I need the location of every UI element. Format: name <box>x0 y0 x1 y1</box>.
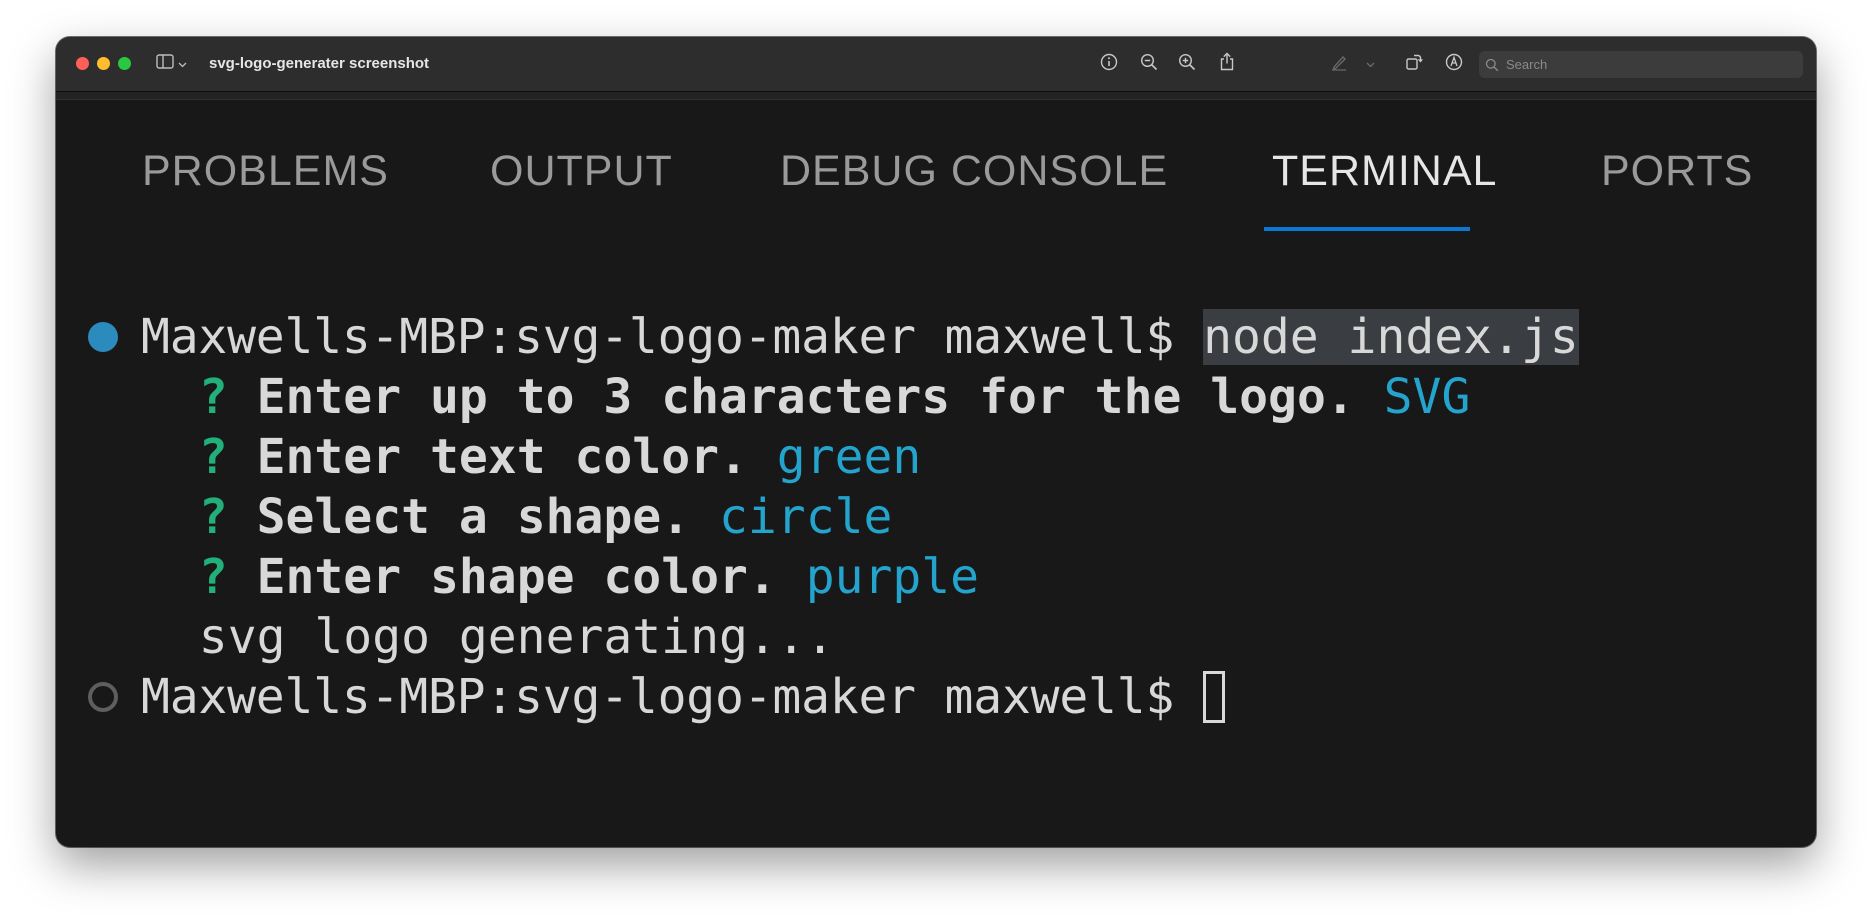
highlight-menu-button[interactable] <box>1363 52 1377 76</box>
terminal-question-line: ? Select a shape. circle <box>141 487 893 547</box>
preview-window: svg-logo-generater screenshot Search PRO… <box>56 37 1816 847</box>
close-button[interactable] <box>76 57 89 70</box>
question-answer: circle <box>719 489 893 545</box>
tab-problems[interactable]: PROBLEMS <box>142 150 389 193</box>
question-text: Enter text color. <box>256 429 748 485</box>
terminal-output: svg logo generating... <box>198 609 835 665</box>
zoom-button[interactable] <box>118 57 131 70</box>
question-mark: ? <box>198 369 228 425</box>
highlight-button[interactable] <box>1327 52 1351 76</box>
terminal-question-line: ? Enter text color. green <box>141 427 922 487</box>
command-idle-dot[interactable] <box>88 682 118 712</box>
tab-debug-console[interactable]: DEBUG CONSOLE <box>780 150 1168 193</box>
sidebar-icon <box>156 54 174 74</box>
question-answer: purple <box>805 549 980 605</box>
sidebar-toggle-button[interactable] <box>156 54 187 74</box>
zoom-in-icon <box>1178 53 1196 76</box>
terminal-cursor[interactable] <box>1203 671 1226 723</box>
rotate-button[interactable] <box>1402 52 1426 76</box>
search-input[interactable] <box>1504 56 1798 73</box>
zoom-out-icon <box>1140 53 1158 76</box>
question-text: Select a shape. <box>256 489 691 545</box>
question-text: Enter shape color. <box>256 549 777 605</box>
tab-output[interactable]: OUTPUT <box>490 150 673 193</box>
chevron-down-icon <box>1366 55 1375 73</box>
highlight-pen-icon <box>1330 53 1348 76</box>
chevron-down-icon <box>178 55 187 73</box>
minimize-button[interactable] <box>97 57 110 70</box>
info-icon <box>1100 53 1118 76</box>
terminal-prompt-line: Maxwells-MBP:svg-logo-maker maxwell$ <box>141 667 1226 727</box>
question-text: Enter up to 3 characters for the logo. <box>256 369 1355 425</box>
title-bar: svg-logo-generater screenshot <box>56 37 1816 92</box>
info-button[interactable] <box>1097 52 1121 76</box>
markup-icon <box>1445 53 1463 76</box>
active-tab-indicator <box>1264 227 1470 231</box>
terminal-question-line: ? Enter up to 3 characters for the logo.… <box>141 367 1471 427</box>
zoom-out-button[interactable] <box>1137 52 1161 76</box>
question-mark: ? <box>198 549 228 605</box>
share-icon <box>1219 52 1235 76</box>
question-answer: SVG <box>1383 369 1471 425</box>
share-button[interactable] <box>1215 52 1239 76</box>
window-controls <box>76 57 131 70</box>
terminal-prompt: Maxwells-MBP:svg-logo-maker maxwell$ <box>141 309 1175 365</box>
command-success-dot[interactable] <box>88 322 118 352</box>
window-title: svg-logo-generater screenshot <box>209 55 430 72</box>
markup-button[interactable] <box>1442 52 1466 76</box>
question-mark: ? <box>198 429 228 485</box>
terminal-command-line: Maxwells-MBP:svg-logo-maker maxwell$ nod… <box>141 307 1579 367</box>
terminal-prompt: Maxwells-MBP:svg-logo-maker maxwell$ <box>141 669 1175 725</box>
zoom-in-button[interactable] <box>1175 52 1199 76</box>
terminal-output-line: svg logo generating... <box>141 607 835 667</box>
question-mark: ? <box>198 489 228 545</box>
search-field[interactable] <box>1479 51 1803 78</box>
toolbar-divider <box>56 92 1816 100</box>
tab-ports[interactable]: PORTS <box>1601 150 1753 193</box>
tab-terminal[interactable]: TERMINAL <box>1272 150 1497 193</box>
question-answer: green <box>776 429 922 485</box>
terminal-question-line: ? Enter shape color. purple <box>141 547 979 607</box>
rotate-icon <box>1405 53 1423 76</box>
search-icon <box>1485 57 1501 73</box>
terminal-command: node index.js <box>1203 309 1579 365</box>
